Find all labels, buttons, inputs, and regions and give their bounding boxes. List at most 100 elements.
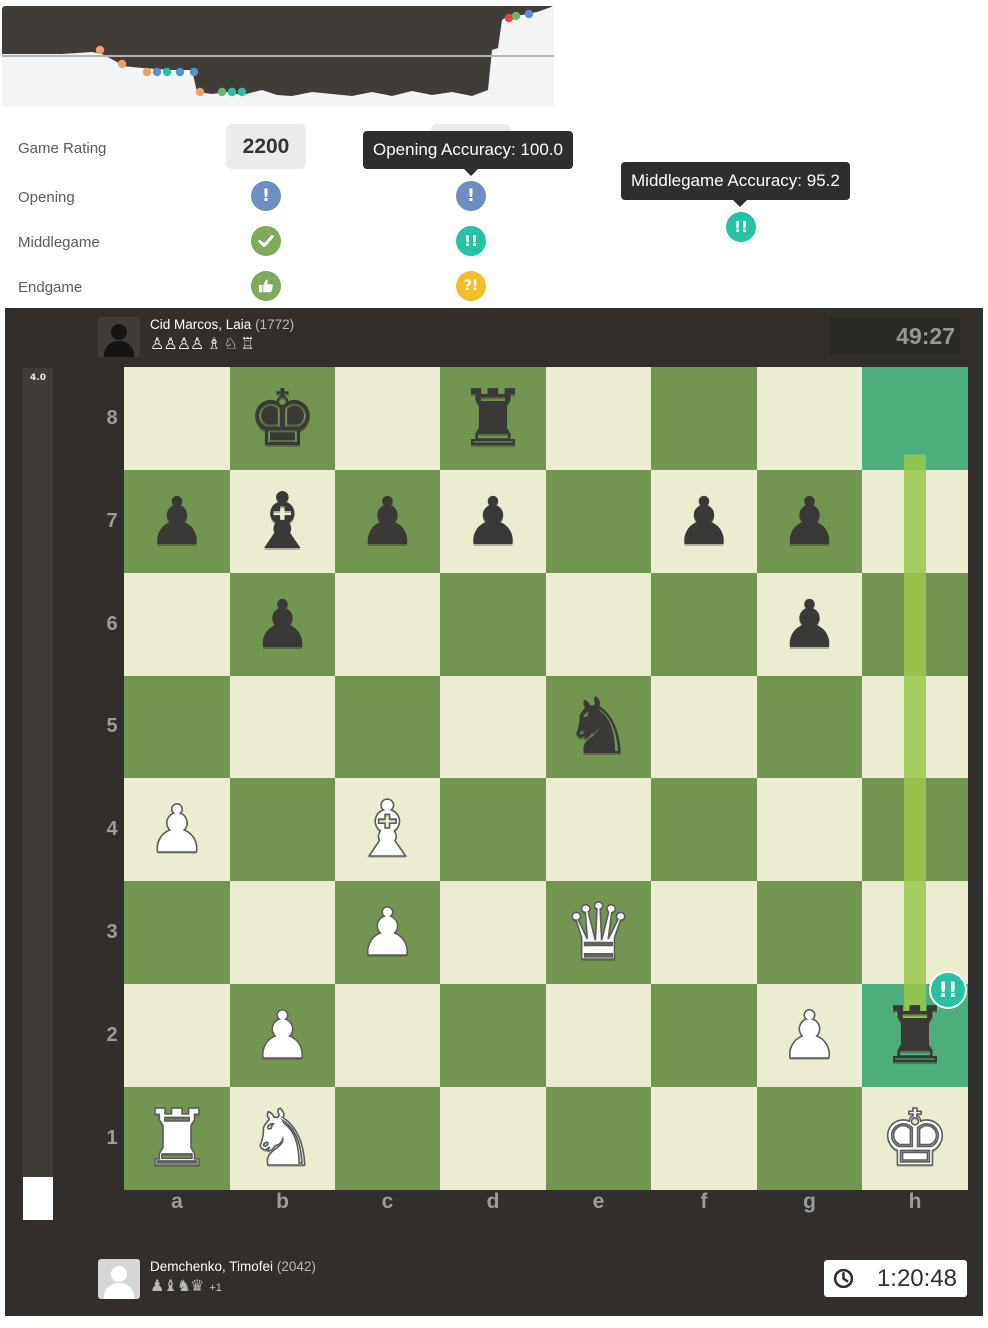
black-bishop-b7[interactable]: ♝ — [230, 470, 335, 573]
square-h5[interactable] — [862, 676, 968, 778]
black-pawn-a7[interactable]: ♟ — [124, 470, 230, 573]
move-dot[interactable] — [175, 67, 185, 77]
square-g8[interactable] — [757, 367, 862, 470]
black-rook-d8[interactable]: ♜ — [440, 367, 546, 470]
avatar-head — [111, 1266, 127, 1282]
white-queen-e3[interactable]: ♛ — [546, 881, 651, 984]
avatar-body — [104, 341, 134, 357]
file-label-g: g — [803, 1190, 816, 1213]
evaluation-graph[interactable] — [2, 6, 554, 107]
move-dot[interactable] — [142, 67, 152, 77]
square-e2[interactable] — [546, 984, 651, 1087]
black-endgame-dubious-icon[interactable]: ?! — [456, 271, 486, 301]
square-a5[interactable] — [124, 676, 230, 778]
square-h3[interactable] — [862, 881, 968, 984]
move-dot[interactable] — [95, 45, 105, 55]
black-pawn-g7[interactable]: ♟ — [757, 470, 862, 573]
square-f3[interactable] — [651, 881, 757, 984]
bottom-player-name[interactable]: Demchenko, Timofei — [150, 1259, 273, 1274]
square-d3[interactable] — [440, 881, 546, 984]
square-c5[interactable] — [335, 676, 440, 778]
square-e4[interactable] — [546, 778, 651, 881]
black-pawn-d7[interactable]: ♟ — [440, 470, 546, 573]
square-g5[interactable] — [757, 676, 862, 778]
square-d6[interactable] — [440, 573, 546, 676]
black-pawn-c7[interactable]: ♟ — [335, 470, 440, 573]
white-pawn-b2[interactable]: ♟ — [230, 984, 335, 1087]
square-d4[interactable] — [440, 778, 546, 881]
square-b3[interactable] — [230, 881, 335, 984]
square-e8[interactable] — [546, 367, 651, 470]
move-dot[interactable] — [511, 11, 521, 21]
move-dot[interactable] — [117, 59, 127, 69]
square-f8[interactable] — [651, 367, 757, 470]
white-pawn-c3[interactable]: ♟ — [335, 881, 440, 984]
black-knight-e5[interactable]: ♞ — [546, 676, 651, 778]
square-a6[interactable] — [124, 573, 230, 676]
exclamation-icon: ! — [467, 186, 475, 206]
square-f6[interactable] — [651, 573, 757, 676]
square-h4[interactable] — [862, 778, 968, 881]
square-c6[interactable] — [335, 573, 440, 676]
white-pawn-g2[interactable]: ♟ — [757, 984, 862, 1087]
move-dot[interactable] — [237, 87, 247, 97]
move-dot[interactable] — [152, 67, 162, 77]
avatar[interactable] — [98, 317, 140, 357]
black-pawn-g6[interactable]: ♟ — [757, 573, 862, 676]
double-exclamation-icon: !! — [734, 218, 748, 236]
white-opening-inaccuracy-icon[interactable]: ! — [251, 181, 281, 211]
white-bishop-c4[interactable]: ♝ — [335, 778, 440, 881]
square-d2[interactable] — [440, 984, 546, 1087]
square-d5[interactable] — [440, 676, 546, 778]
square-c8[interactable] — [335, 367, 440, 470]
white-knight-b1[interactable]: ♞ — [230, 1087, 335, 1190]
square-c1[interactable] — [335, 1087, 440, 1190]
square-h8[interactable] — [862, 367, 968, 470]
square-h6[interactable] — [862, 573, 968, 676]
square-b4[interactable] — [230, 778, 335, 881]
rank-label-6: 6 — [106, 612, 118, 635]
black-pawn-b6[interactable]: ♟ — [230, 573, 335, 676]
material-advantage: +1 — [209, 1282, 222, 1294]
square-f5[interactable] — [651, 676, 757, 778]
move-dot[interactable] — [162, 67, 172, 77]
white-king-h1[interactable]: ♚ — [862, 1087, 968, 1190]
white-pawn-a4[interactable]: ♟ — [124, 778, 230, 881]
square-g1[interactable] — [757, 1087, 862, 1190]
move-dot[interactable] — [217, 87, 227, 97]
black-pawn-f7[interactable]: ♟ — [651, 470, 757, 573]
square-a3[interactable] — [124, 881, 230, 984]
square-f1[interactable] — [651, 1087, 757, 1190]
square-h7[interactable] — [862, 470, 968, 573]
black-king-b8[interactable]: ♚ — [230, 367, 335, 470]
move-dot[interactable] — [189, 67, 199, 77]
middlegame-brilliant-icon[interactable]: !! — [726, 212, 756, 242]
chessboard[interactable]: ♚ ♜ ♟ ♝ ♟ ♟ ♟ ♟ ♟ ♟ ♞ ♟ ♝ ♟ ♛ ♟ ♟ ♜ ♜ ♞ ♚ !! — [124, 367, 968, 1190]
square-e7[interactable] — [546, 470, 651, 573]
square-a8[interactable] — [124, 367, 230, 470]
black-middlegame-brilliant-icon[interactable]: !! — [456, 226, 486, 256]
bottom-player-rating: (2042) — [276, 1259, 316, 1274]
white-rook-a1[interactable]: ♜ — [124, 1087, 230, 1190]
move-dot[interactable] — [227, 87, 237, 97]
square-d1[interactable] — [440, 1087, 546, 1190]
move-dot[interactable] — [524, 9, 534, 19]
square-g4[interactable] — [757, 778, 862, 881]
top-player-name[interactable]: Cid Marcos, Laia — [150, 317, 251, 332]
square-f2[interactable] — [651, 984, 757, 1087]
square-e1[interactable] — [546, 1087, 651, 1190]
square-g3[interactable] — [757, 881, 862, 984]
avatar[interactable] — [98, 1259, 140, 1299]
white-middlegame-check-icon[interactable] — [251, 226, 281, 256]
square-b5[interactable] — [230, 676, 335, 778]
move-dot[interactable] — [195, 87, 205, 97]
square-a2[interactable] — [124, 984, 230, 1087]
black-opening-inaccuracy-icon[interactable]: ! — [456, 181, 486, 211]
file-label-a: a — [171, 1190, 183, 1213]
square-c2[interactable] — [335, 984, 440, 1087]
square-f4[interactable] — [651, 778, 757, 881]
evaluation-bar: 4.0 — [23, 368, 53, 1220]
top-player-rating: (1772) — [255, 317, 295, 332]
white-endgame-thumb-icon[interactable] — [251, 271, 281, 301]
square-e6[interactable] — [546, 573, 651, 676]
